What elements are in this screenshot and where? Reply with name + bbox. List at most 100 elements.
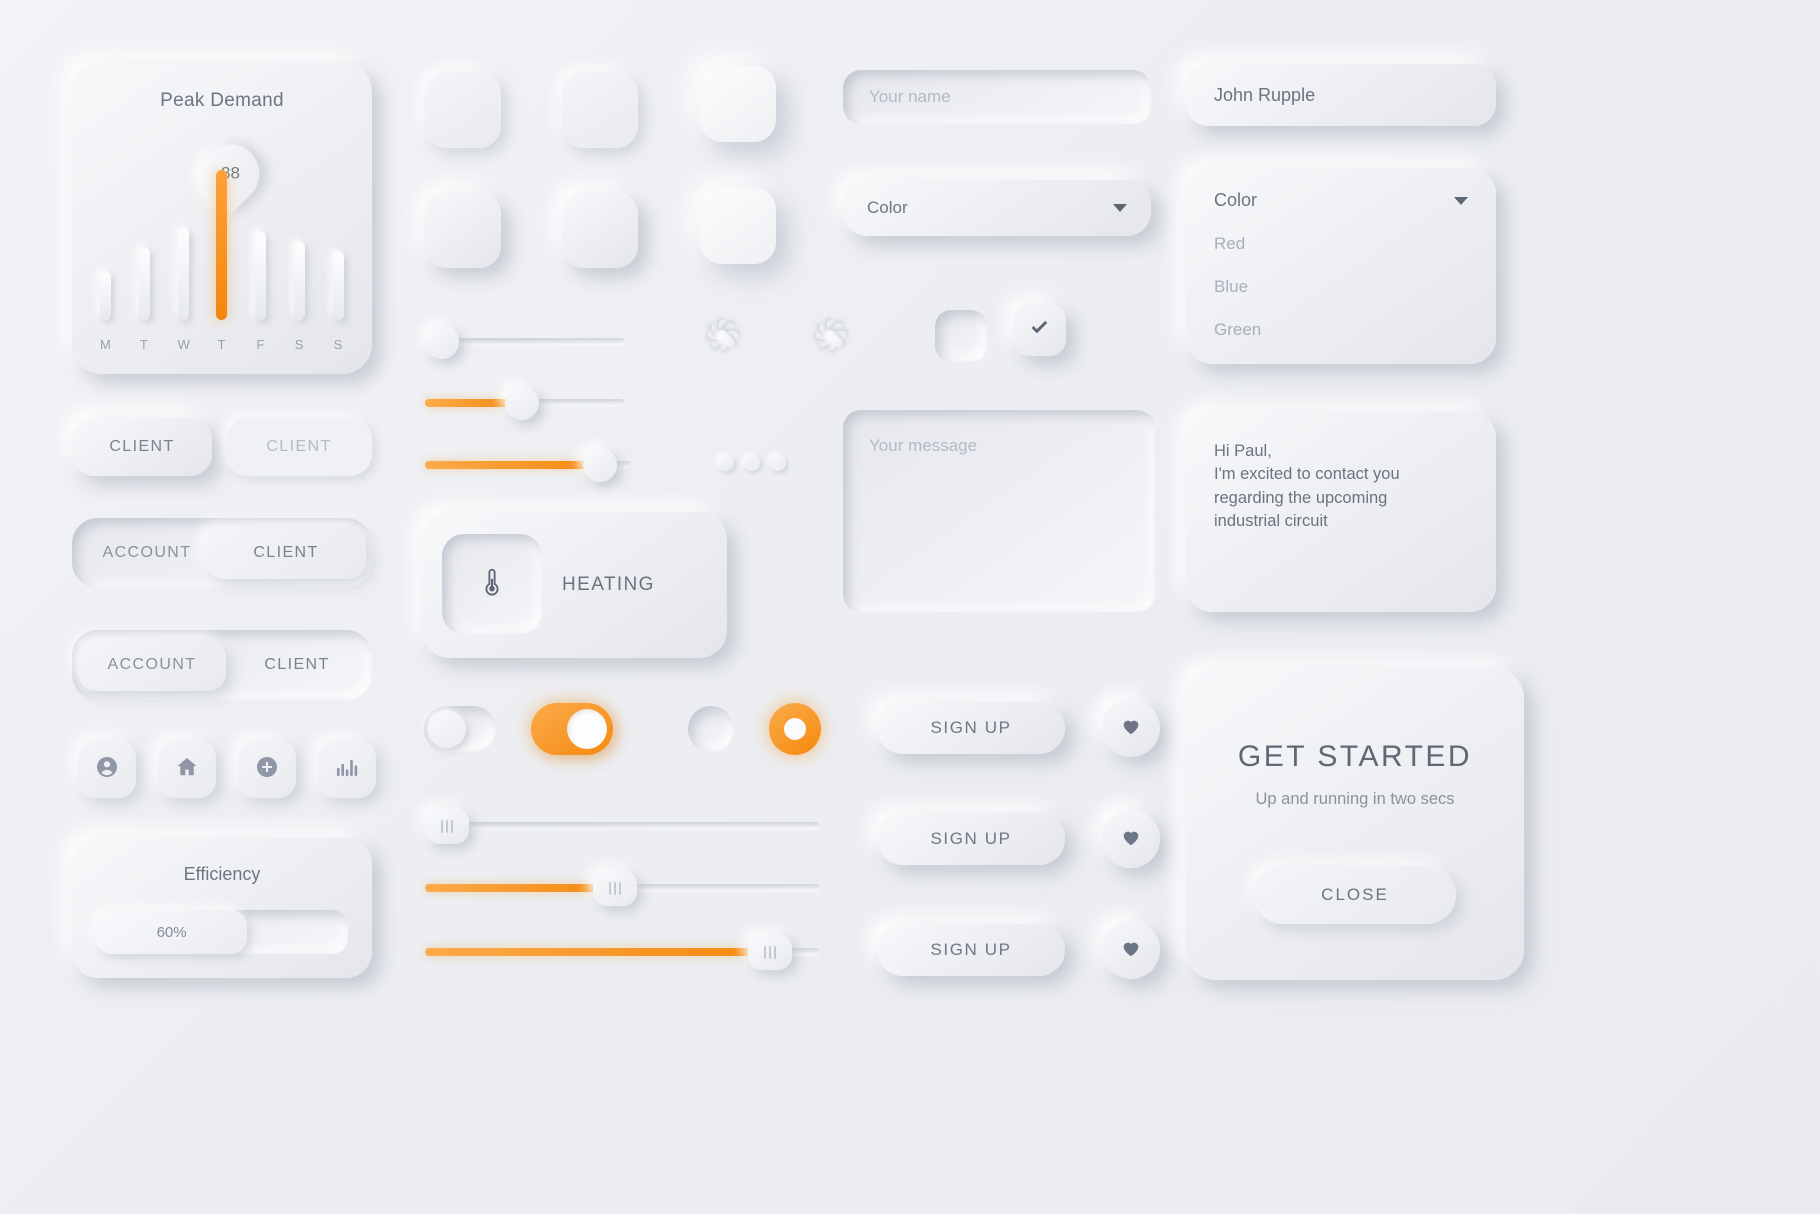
color-option-blue[interactable]: Blue <box>1214 277 1468 297</box>
chart-bar-W-2 <box>177 228 189 320</box>
chart-bar-S-5 <box>294 242 306 320</box>
user-icon-button[interactable] <box>78 740 136 798</box>
efficiency-progress-track: 60% <box>96 910 348 954</box>
client-button-flat[interactable]: CLIENT <box>226 418 372 476</box>
dot-2 <box>744 455 760 471</box>
slider-fill <box>425 461 601 469</box>
chart-bar-M-0 <box>100 272 111 320</box>
segmented-control-account-client-b: ACCOUNT CLIENT <box>72 630 372 700</box>
surface-square-1[interactable] <box>425 72 501 148</box>
slider-knob[interactable] <box>504 386 539 420</box>
loading-spinner-icon <box>798 310 864 376</box>
message-card: Hi Paul, I'm excited to contact you rega… <box>1186 412 1496 612</box>
segment-account-active[interactable]: ACCOUNT <box>78 639 226 691</box>
signup-button-2[interactable]: SIGN UP <box>877 813 1065 865</box>
heart-icon <box>1120 715 1142 742</box>
user-icon <box>95 755 119 784</box>
dot-3 <box>770 455 786 471</box>
heating-label: HEATING <box>562 574 655 595</box>
color-option-green[interactable]: Green <box>1214 320 1468 340</box>
segment-account-inactive[interactable]: ACCOUNT <box>72 518 222 588</box>
grip-slider-knob[interactable] <box>425 808 469 844</box>
surface-square-5[interactable] <box>562 192 638 268</box>
efficiency-value: 60% <box>156 923 187 941</box>
surface-square-6[interactable] <box>700 188 776 264</box>
chart-bar-S-6 <box>332 252 344 320</box>
slider-knob[interactable] <box>425 325 459 359</box>
message-placeholder: Your message <box>869 436 978 455</box>
color-select-label: Color <box>1214 190 1258 210</box>
color-dropdown-label: Color <box>867 198 908 217</box>
grip-slider-track <box>425 822 820 830</box>
get-started-subtitle: Up and running in two secs <box>1255 790 1455 808</box>
surface-square-2[interactable] <box>562 72 638 148</box>
radio-inner-dot <box>784 718 806 740</box>
slider-half[interactable] <box>425 386 625 420</box>
color-option-red[interactable]: Red <box>1214 234 1468 254</box>
segmented-control-account-client-a: ACCOUNT CLIENT <box>72 518 372 588</box>
efficiency-card: Efficiency 60% <box>72 838 372 978</box>
favorite-button-1[interactable] <box>1102 699 1160 757</box>
check-icon <box>1026 314 1054 347</box>
message-textarea[interactable]: Your message <box>843 410 1155 612</box>
loading-dots-icon <box>718 455 788 475</box>
surface-square-4[interactable] <box>425 192 501 268</box>
day-label-2: W <box>177 337 191 352</box>
surface-square-3[interactable] <box>700 66 776 142</box>
bar-chart-icon-button[interactable] <box>318 740 376 798</box>
ui-kit-canvas: Peak Demand 88 MTWTFSS CLIENT CLIENT ACC… <box>0 0 1820 1214</box>
chart-bar-T-3 <box>216 170 228 320</box>
radio-selected[interactable] <box>769 703 821 755</box>
grip-slider-high[interactable] <box>425 934 820 970</box>
chevron-down-icon <box>1113 204 1127 212</box>
day-label-0: M <box>100 337 112 352</box>
peak-demand-bar-chart <box>100 170 344 320</box>
plus-circle-icon <box>255 755 279 784</box>
slider-empty[interactable] <box>425 325 625 359</box>
close-button[interactable]: CLOSE <box>1254 866 1456 924</box>
color-select-header[interactable]: Color <box>1214 190 1468 211</box>
profile-name-field[interactable]: John Rupple <box>1186 64 1496 126</box>
thermometer-icon <box>475 565 509 604</box>
peak-demand-card: Peak Demand 88 MTWTFSS <box>72 62 372 374</box>
color-dropdown[interactable]: Color <box>843 180 1151 236</box>
slider-high[interactable] <box>425 448 631 482</box>
checkbox-unchecked[interactable] <box>935 310 987 362</box>
efficiency-progress-fill: 60% <box>96 910 248 954</box>
heart-icon <box>1120 937 1142 964</box>
peak-demand-day-labels: MTWTFSS <box>100 337 344 352</box>
grip-slider-knob[interactable] <box>593 870 638 906</box>
color-select-expanded: Color Red Blue Green <box>1186 168 1496 364</box>
heating-card[interactable]: HEATING <box>422 512 727 658</box>
heart-icon <box>1120 826 1142 853</box>
day-label-3: T <box>217 337 227 352</box>
chart-bar-T-1 <box>138 248 150 320</box>
heating-icon-tile <box>442 534 542 634</box>
day-label-4: F <box>256 337 266 352</box>
name-input[interactable]: Your name <box>843 70 1151 124</box>
grip-slider-mid[interactable] <box>425 870 820 906</box>
checkbox-checked[interactable] <box>1014 304 1066 356</box>
day-label-6: S <box>333 337 344 352</box>
chart-bar-F-4 <box>255 232 267 320</box>
favorite-button-2[interactable] <box>1102 810 1160 868</box>
toggle-knob[interactable] <box>428 710 466 748</box>
toggle-off[interactable] <box>424 706 496 752</box>
home-icon-button[interactable] <box>158 740 216 798</box>
home-icon <box>175 755 199 784</box>
signup-button-3[interactable]: SIGN UP <box>877 924 1065 976</box>
grip-slider-empty[interactable] <box>425 808 820 844</box>
slider-knob[interactable] <box>583 448 618 482</box>
radio-unselected[interactable] <box>688 706 734 752</box>
segment-client-active[interactable]: CLIENT <box>206 527 366 579</box>
plus-circle-icon-button[interactable] <box>238 740 296 798</box>
signup-button-1[interactable]: SIGN UP <box>877 702 1065 754</box>
segment-client-inactive[interactable]: CLIENT <box>222 630 372 700</box>
toggle-knob[interactable] <box>567 709 607 749</box>
get-started-card: GET STARTED Up and running in two secs C… <box>1186 668 1524 980</box>
client-button-raised[interactable]: CLIENT <box>72 418 212 476</box>
favorite-button-3[interactable] <box>1102 921 1160 979</box>
get-started-title: GET STARTED <box>1237 740 1473 773</box>
grip-slider-knob[interactable] <box>747 934 792 970</box>
toggle-on[interactable] <box>531 703 613 755</box>
